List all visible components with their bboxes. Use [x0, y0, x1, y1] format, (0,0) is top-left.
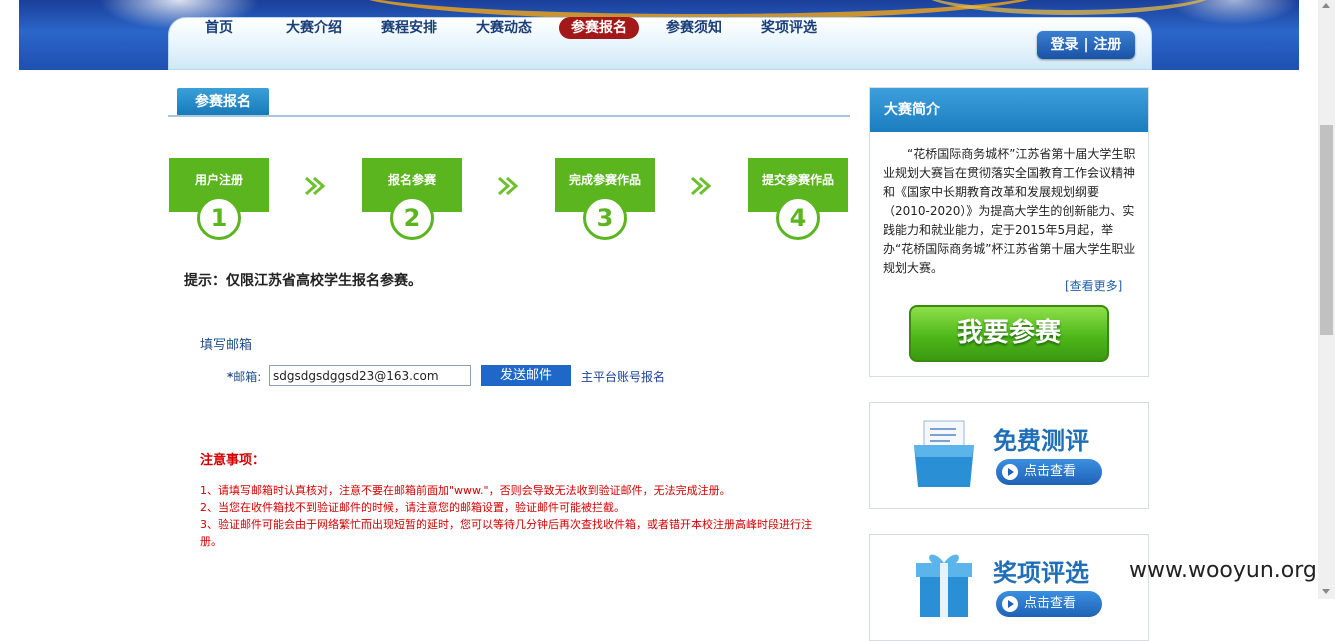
nav-item-intro[interactable]: 大赛介绍 [286, 17, 342, 39]
nav-item-news[interactable]: 大赛动态 [476, 17, 532, 39]
double-arrow-right-icon [691, 176, 712, 196]
eligibility-tip: 提示：仅限江苏省高校学生报名参赛。 [184, 273, 422, 289]
play-icon [1002, 464, 1018, 480]
register-link[interactable]: 注册 [1093, 37, 1121, 53]
view-button[interactable]: 点击查看 [996, 459, 1102, 485]
step-label: 完成参赛作品 [568, 173, 641, 187]
view-more-link[interactable]: [查看更多] [1065, 277, 1122, 294]
notice-title: 注意事项： [200, 453, 266, 468]
send-email-button[interactable]: 发送邮件 [481, 365, 571, 386]
scroll-down-arrow-icon[interactable] [1322, 589, 1330, 594]
vertical-scrollbar[interactable] [1318, 0, 1335, 599]
promo-title: 奖项评选 [993, 559, 1089, 587]
double-arrow-right-icon [498, 176, 519, 196]
join-contest-button[interactable]: 我要参赛 [909, 305, 1109, 362]
section-divider [168, 115, 850, 117]
email-label-text: 邮箱: [233, 370, 262, 384]
email-field-label: *邮箱: [227, 368, 261, 385]
scroll-up-arrow-icon[interactable] [1322, 3, 1330, 8]
view-button[interactable]: 点击查看 [996, 591, 1102, 617]
step-number: 3 [583, 196, 627, 240]
notice-item: 2、当您在收件箱找不到验证邮件的时候，请注意您的邮箱设置，验证邮件可能被拦截。 [200, 501, 625, 514]
main-platform-register-link[interactable]: 主平台账号报名 [581, 368, 665, 385]
step-label: 用户注册 [194, 173, 243, 187]
login-register-button[interactable]: 登录 | 注册 [1037, 31, 1135, 59]
step-2: 报名参赛 2 [362, 158, 462, 240]
watermark: www.wooyun.org [1129, 558, 1317, 583]
notice-item: 3、验证邮件可能会由于网络繁忙而出现短暂的延时，您可以等待几分钟后再次查找收件箱… [200, 518, 812, 548]
step-number: 2 [390, 196, 434, 240]
gift-box-icon [916, 554, 972, 617]
intro-text: “花桥国际商务城杯”江苏省第十届大学生职业规划大赛旨在贯彻落实全国教育工作会议精… [883, 147, 1136, 275]
nav-item-home[interactable]: 首页 [205, 17, 233, 39]
intro-title: 大赛简介 [870, 88, 1148, 132]
free-assessment-panel[interactable]: 免费测评 点击查看 [869, 402, 1149, 509]
view-button-label: 点击查看 [1024, 464, 1077, 479]
nav-item-awards[interactable]: 奖项评选 [761, 17, 817, 39]
nav-item-rules[interactable]: 参赛须知 [666, 17, 722, 39]
promo-title: 免费测评 [993, 427, 1089, 455]
step-4: 提交参赛作品 4 [748, 158, 848, 240]
nav-item-registration[interactable]: 参赛报名 [559, 17, 639, 39]
nav-item-schedule[interactable]: 赛程安排 [381, 17, 437, 39]
contest-intro-panel: 大赛简介 “花桥国际商务城杯”江苏省第十届大学生职业规划大赛旨在贯彻落实全国教育… [869, 87, 1149, 377]
step-number: 4 [776, 196, 820, 240]
step-label: 报名参赛 [387, 173, 436, 187]
step-1: 用户注册 1 [169, 158, 269, 240]
login-separator: | [1083, 37, 1089, 53]
login-link[interactable]: 登录 [1051, 37, 1079, 53]
folder-documents-icon [914, 420, 974, 487]
awards-panel[interactable]: 奖项评选 点击查看 [869, 534, 1149, 641]
scrollbar-thumb[interactable] [1320, 125, 1333, 335]
double-arrow-right-icon [305, 176, 326, 196]
form-section-label: 填写邮箱 [200, 338, 253, 353]
banner-arc-decoration [919, 0, 1219, 15]
play-icon [1002, 596, 1018, 612]
step-3: 完成参赛作品 3 [555, 158, 655, 240]
section-title: 参赛报名 [177, 88, 269, 116]
view-button-label: 点击查看 [1024, 596, 1077, 611]
email-input[interactable] [269, 365, 471, 386]
notice-item: 1、请填写邮箱时认真核对，注意不要在邮箱前面加"www."，否则会导致无法收到验… [200, 484, 731, 497]
step-label: 提交参赛作品 [761, 173, 834, 187]
step-number: 1 [197, 196, 241, 240]
